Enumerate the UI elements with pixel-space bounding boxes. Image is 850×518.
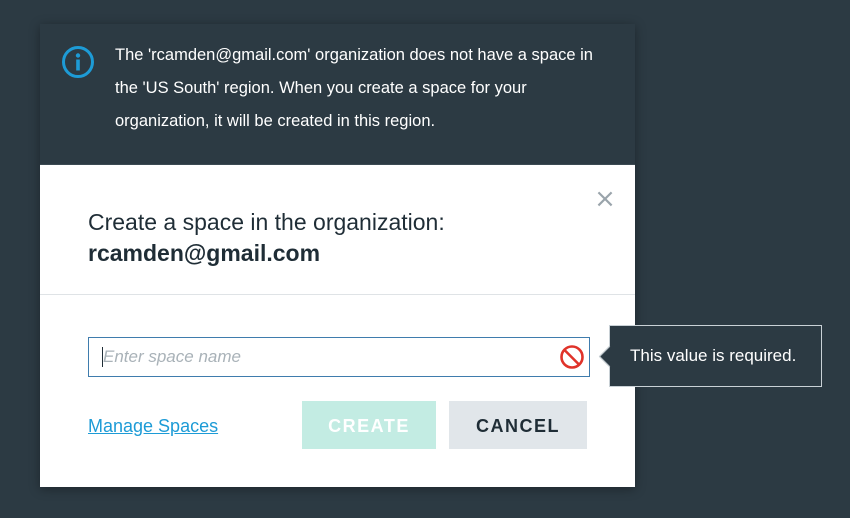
validation-tooltip: This value is required.: [598, 325, 822, 387]
space-name-field: [88, 337, 590, 377]
create-space-modal: The 'rcamden@gmail.com' organization doe…: [40, 24, 635, 487]
divider: [40, 294, 635, 295]
cancel-button[interactable]: CANCEL: [449, 401, 587, 449]
create-button[interactable]: CREATE: [302, 401, 436, 449]
dialog-title: Create a space in the organization: rcam…: [88, 207, 445, 269]
close-icon[interactable]: ×: [593, 186, 617, 212]
organization-name: rcamden@gmail.com: [88, 240, 321, 266]
space-name-input[interactable]: [89, 338, 547, 376]
error-icon: [560, 345, 584, 369]
region-notice: The 'rcamden@gmail.com' organization doe…: [40, 24, 635, 165]
notice-text: The 'rcamden@gmail.com' organization doe…: [115, 46, 593, 130]
dialog-title-text: Create a space in the organization:: [88, 209, 445, 235]
text-caret: [102, 347, 103, 367]
tooltip-text: This value is required.: [630, 346, 797, 365]
info-icon: [62, 46, 94, 78]
manage-spaces-link[interactable]: Manage Spaces: [88, 416, 218, 437]
dialog-body: × Create a space in the organization: rc…: [40, 165, 635, 487]
